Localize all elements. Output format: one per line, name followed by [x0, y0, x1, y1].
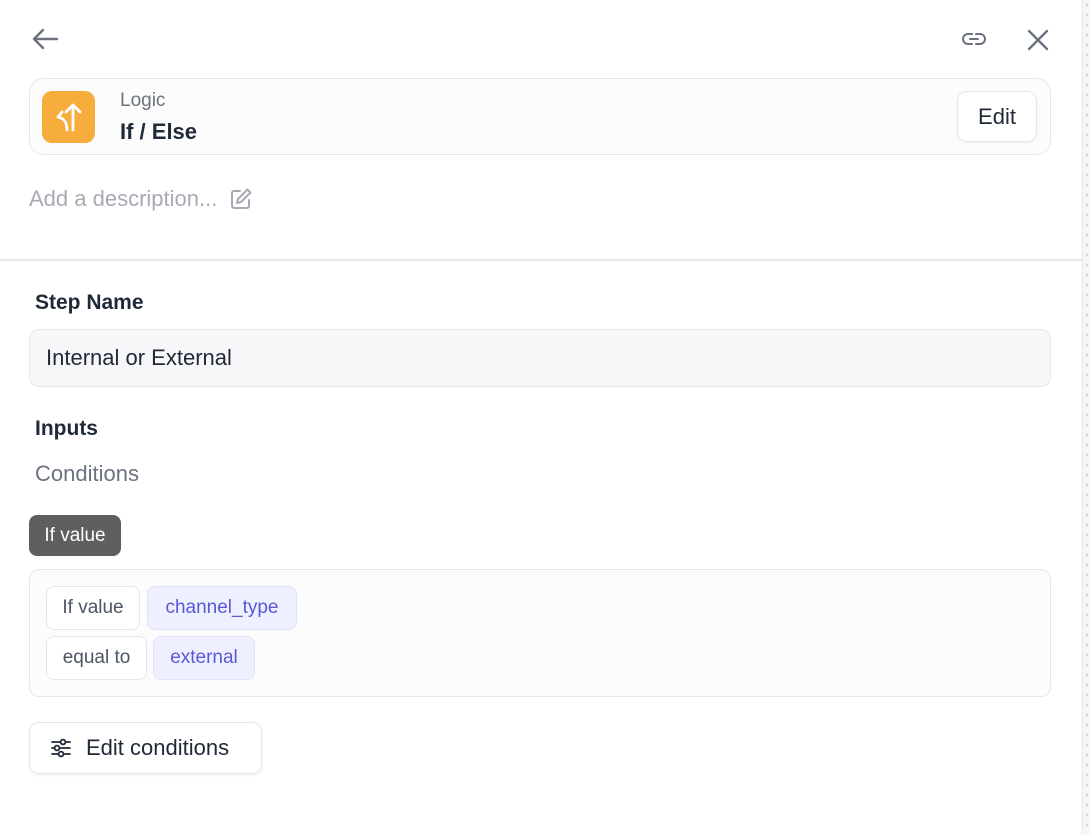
conditions-label: Conditions: [35, 461, 139, 486]
edit-conditions-label: Edit conditions: [86, 735, 230, 760]
close-button[interactable]: [1022, 25, 1054, 55]
condition-comparator-chip: equal to: [46, 636, 147, 680]
description-field[interactable]: Add a description...: [29, 184, 253, 214]
link-icon: [962, 33, 986, 45]
condition-operator-chip: If value: [46, 586, 140, 630]
inputs-label: Inputs: [35, 417, 98, 440]
condition-value-chip[interactable]: external: [153, 636, 255, 680]
condition-variable-chip[interactable]: channel_type: [147, 586, 297, 630]
step-card: Logic If / Else Edit: [29, 78, 1051, 155]
sliders-icon: [51, 738, 71, 758]
edit-conditions-button[interactable]: Edit conditions: [29, 722, 262, 774]
step-name-label: Step Name: [35, 291, 144, 314]
step-type: If / Else: [120, 119, 198, 144]
description-placeholder: Add a description...: [29, 186, 218, 211]
step-icon: [42, 91, 95, 143]
close-icon: [1027, 29, 1049, 51]
step-category: Logic: [120, 90, 166, 111]
split-arrow-icon: [56, 103, 81, 132]
canvas-edge: [1082, 0, 1090, 834]
copy-link-button[interactable]: [960, 28, 988, 50]
section-divider: [0, 259, 1082, 261]
if-value-tag[interactable]: If value: [29, 515, 121, 556]
edit-icon: [229, 187, 253, 211]
edit-step-button[interactable]: Edit: [957, 91, 1037, 142]
conditions-box: If value channel_type equal to external: [29, 569, 1051, 697]
back-button[interactable]: [28, 24, 62, 54]
step-name-input[interactable]: Internal or External: [29, 329, 1051, 387]
step-detail-panel: Logic If / Else Edit Add a description..…: [0, 0, 1082, 834]
arrow-left-icon: [32, 28, 59, 50]
